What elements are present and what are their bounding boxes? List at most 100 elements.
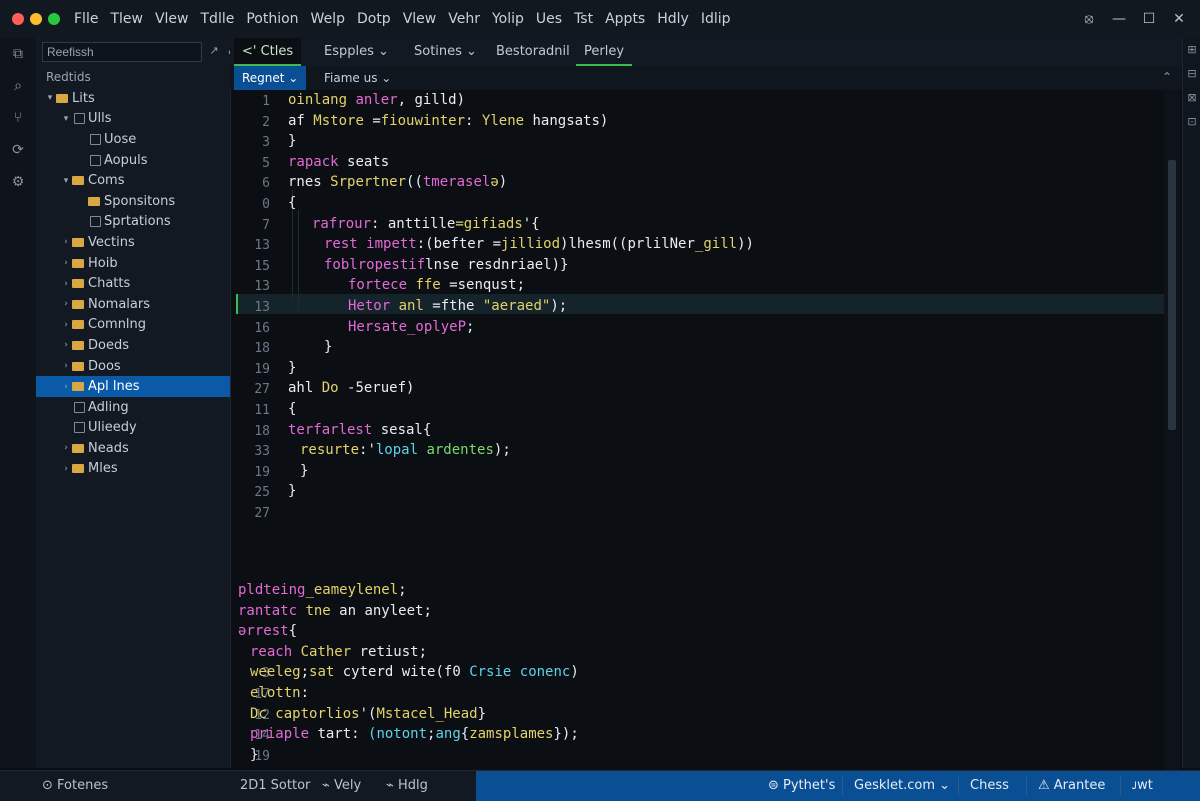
code-line[interactable]: rest impett:(befter =jilliod)lhesm((prli… (324, 236, 754, 252)
menu-item[interactable]: Flle (74, 11, 98, 27)
code-line[interactable]: terfarlest sesal{ (288, 422, 431, 438)
menu-item[interactable]: Tst (574, 11, 593, 27)
tree-arrow-icon[interactable]: › (60, 340, 72, 350)
tree-item[interactable]: › Nomalars (36, 294, 230, 315)
tree-item[interactable]: › Chatts (36, 273, 230, 294)
minimize-window-button[interactable] (30, 13, 42, 25)
search-go-icon[interactable]: ↗ (204, 44, 224, 60)
code-line[interactable]: } (324, 339, 332, 355)
status-item[interactable]: ⚠ Arantee (1030, 771, 1113, 801)
tree-arrow-icon[interactable]: ▾ (60, 176, 72, 186)
tree-arrow-icon[interactable]: › (60, 464, 72, 474)
panel-toggle-icon[interactable]: ⊞ (1183, 38, 1200, 62)
collapse-panel-icon[interactable]: ⌃ (1162, 70, 1172, 84)
code-line[interactable]: Dc captorlios'(Mstacel_Head} (250, 706, 486, 722)
code-line[interactable]: elottn: (250, 685, 309, 701)
tree-item[interactable]: › Neads (36, 438, 230, 459)
tree-item[interactable]: ▾ Coms (36, 170, 230, 191)
code-line[interactable]: } (300, 463, 308, 479)
code-line[interactable]: pldteing_eameylenel; (238, 582, 407, 598)
tree-arrow-icon[interactable]: › (60, 361, 72, 371)
status-item[interactable]: ⊜ Pythet's (760, 771, 843, 801)
code-line[interactable]: ərrest{ (238, 623, 297, 639)
menu-item[interactable]: Vlew (403, 11, 437, 27)
tree-item[interactable]: › Doos (36, 356, 230, 377)
close-icon[interactable]: ✕ (1164, 11, 1194, 27)
code-line[interactable]: ahl Do -5eruef) (288, 380, 414, 396)
tree-item[interactable]: Sprtations (36, 212, 230, 233)
code-line[interactable]: } (288, 483, 296, 499)
status-item[interactable]: Chess (962, 771, 1017, 801)
code-line[interactable]: rafrour: anttille=gifiads'{ (312, 216, 540, 232)
code-line[interactable]: } (288, 133, 296, 149)
editor-subtab[interactable]: Regnet ⌄ (234, 66, 307, 90)
search-icon[interactable]: ⌕ (0, 70, 36, 102)
menu-item[interactable]: Yolip (492, 11, 524, 27)
tree-arrow-icon[interactable]: ▾ (60, 114, 72, 124)
extensions-icon[interactable]: ⚙ (0, 166, 36, 198)
menu-item[interactable]: Tlew (110, 11, 143, 27)
code-line[interactable]: } (250, 747, 258, 763)
source-control-icon[interactable]: ⑂ (0, 102, 36, 134)
menu-item[interactable]: Pothion (246, 11, 298, 27)
code-line[interactable]: reach Cather retiust; (250, 644, 427, 660)
code-line[interactable]: resurte:'lopal ardentes); (300, 442, 511, 458)
status-view[interactable]: ⌁ Vely (314, 771, 369, 801)
menu-item[interactable]: Idlip (701, 11, 731, 27)
code-line[interactable]: foblropestiflnse resdnriael)} (324, 257, 568, 273)
editor-tab[interactable]: Sotines ⌄ (406, 38, 485, 66)
tree-item[interactable]: Adling (36, 397, 230, 418)
tree-item[interactable]: › Comnlng (36, 315, 230, 336)
code-line[interactable]: } (288, 360, 296, 376)
code-line[interactable]: Hetor anl =fthe "aeraed"); (348, 298, 567, 314)
code-line[interactable]: { (288, 195, 296, 211)
tree-item[interactable]: › Apl lnes (36, 376, 230, 397)
tree-arrow-icon[interactable]: › (60, 279, 72, 289)
code-line[interactable]: weeleg;sat cyterd wite(f0 Crsie conenc) (250, 664, 579, 680)
maximize-window-button[interactable] (48, 13, 60, 25)
tree-arrow-icon[interactable]: › (60, 320, 72, 330)
tree-item[interactable]: Sponsitons (36, 191, 230, 212)
status-cursor-position[interactable]: 2D1 Sottor (232, 771, 318, 801)
editor-tab[interactable]: Perley (576, 38, 633, 66)
code-line[interactable]: oinlang anler, gilld) (288, 92, 465, 108)
menu-item[interactable]: Appts (605, 11, 645, 27)
debug-icon[interactable]: ⟳ (0, 134, 36, 166)
menu-item[interactable]: Tdlle (201, 11, 235, 27)
code-line[interactable]: rapack seats (288, 154, 389, 170)
menu-item[interactable]: Dotp (357, 11, 391, 27)
status-notifications[interactable]: ⊙ Fotenes (34, 771, 116, 801)
status-item[interactable]: Gesklet.com ⌄ (846, 771, 958, 801)
editor-subtab[interactable]: Fiame us ⌄ (316, 66, 399, 90)
tree-item[interactable]: ▾ Lits (36, 88, 230, 109)
code-line[interactable]: priaple tart: (notont;ang{zamsplames}); (250, 726, 579, 742)
menu-item[interactable]: Hdly (657, 11, 689, 27)
panel-toggle-icon[interactable]: ⊟ (1183, 62, 1200, 86)
tree-arrow-icon[interactable]: › (60, 443, 72, 453)
editor-tab[interactable]: Bestoradnil (488, 38, 578, 66)
code-editor[interactable]: 1 oinlang anler, gilld) 2 af Mstore =fiouwi… (236, 90, 1164, 770)
status-help[interactable]: ⌁ Hdlg (378, 771, 436, 801)
panel-toggle-icon[interactable]: ⊡ (1183, 110, 1200, 134)
tree-arrow-icon[interactable]: ▾ (44, 93, 56, 103)
tree-arrow-icon[interactable]: › (60, 237, 72, 247)
minimize-icon[interactable]: — (1104, 11, 1134, 27)
tree-arrow-icon[interactable]: › (60, 258, 72, 268)
tree-item[interactable]: Uose (36, 129, 230, 150)
tree-item[interactable]: Ulieedy (36, 418, 230, 439)
menu-item[interactable]: Ues (536, 11, 562, 27)
menu-item[interactable]: Vlew (155, 11, 189, 27)
code-line[interactable]: rnes Srpertner((tmeraselə) (288, 174, 507, 190)
explorer-icon[interactable]: ⧉ (0, 38, 36, 70)
maximize-icon[interactable]: ☐ (1134, 11, 1164, 27)
settings-icon[interactable]: ⦻ (1074, 11, 1104, 27)
explorer-search-input[interactable] (42, 42, 202, 62)
tree-item[interactable]: › Hoib (36, 253, 230, 274)
tree-item[interactable]: › Doeds (36, 335, 230, 356)
tree-arrow-icon[interactable]: › (60, 299, 72, 309)
tree-item[interactable]: › Mles (36, 459, 230, 480)
tree-item[interactable]: Aopuls (36, 150, 230, 171)
code-line[interactable]: fortece ffe =senqust; (348, 277, 525, 293)
code-line[interactable]: rantatc tne an anyleet; (238, 603, 432, 619)
editor-tab[interactable]: <' Ctles (234, 38, 302, 66)
